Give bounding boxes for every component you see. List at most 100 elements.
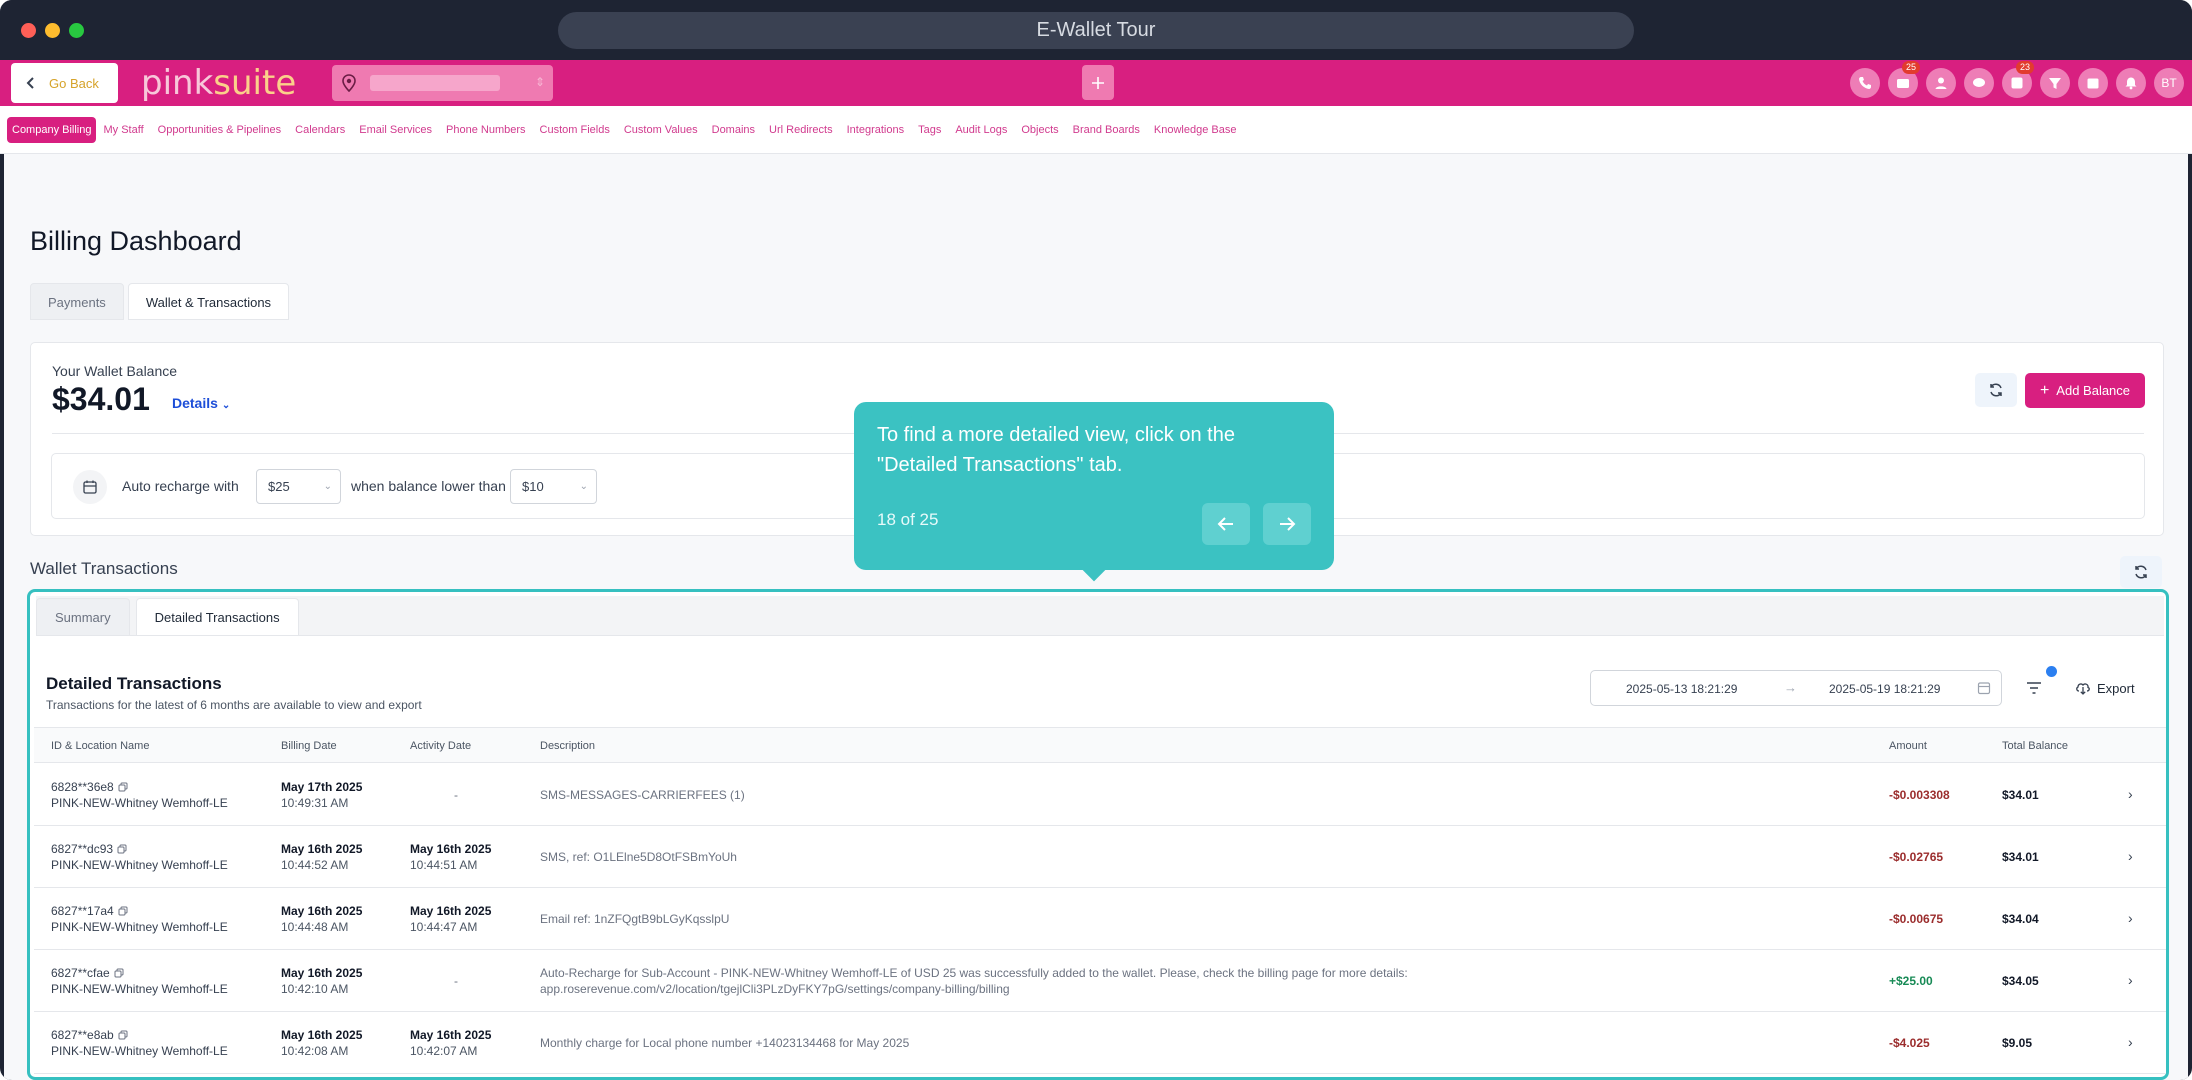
- transaction-id-text: 6828**36e8: [51, 780, 114, 794]
- notifications-button[interactable]: [2116, 68, 2146, 98]
- nav-domains[interactable]: Domains: [705, 117, 762, 143]
- chevron-right-icon[interactable]: ›: [2128, 972, 2133, 988]
- wallet-transactions-title: Wallet Transactions: [30, 559, 178, 578]
- location-name: PINK-NEW-Whitney Wemhoff-LE: [51, 1044, 228, 1058]
- nav-tags[interactable]: Tags: [911, 117, 948, 143]
- url-bar[interactable]: E-Wallet Tour: [558, 12, 1634, 49]
- logo[interactable]: pinksuite: [141, 64, 296, 102]
- transactions-subtabs: Summary Detailed Transactions: [36, 596, 2164, 636]
- nav-my-staff[interactable]: My Staff: [96, 117, 150, 143]
- billing-time: 10:44:52 AM: [281, 858, 349, 872]
- location-selector[interactable]: ⇕: [332, 65, 553, 101]
- inbox-button[interactable]: 25: [1888, 61, 1920, 98]
- nav-integrations[interactable]: Integrations: [840, 117, 911, 143]
- table-row[interactable]: 6827**17a4 PINK-NEW-Whitney Wemhoff-LE May…: [34, 888, 2166, 950]
- minimize-window-button[interactable]: [45, 23, 60, 38]
- transaction-total-balance: $34.01: [2002, 850, 2039, 864]
- plus-icon: [1092, 76, 1104, 89]
- copy-icon[interactable]: [117, 844, 127, 854]
- calendar-button[interactable]: [2078, 68, 2108, 98]
- date-range-picker[interactable]: 2025-05-13 18:21:29 → 2025-05-19 18:21:2…: [1590, 670, 2002, 706]
- column-header-billing-date: Billing Date: [281, 740, 337, 752]
- go-back-label: Go Back: [49, 75, 99, 91]
- nav-email-services[interactable]: Email Services: [352, 117, 439, 143]
- filter-button[interactable]: [2016, 670, 2052, 706]
- transaction-amount: -$0.00675: [1889, 912, 1944, 926]
- transactions-refresh-button[interactable]: [2120, 556, 2162, 588]
- copy-icon[interactable]: [118, 906, 128, 916]
- phone-icon: [1859, 77, 1871, 89]
- tab-payments[interactable]: Payments: [30, 283, 124, 320]
- nav-company-billing[interactable]: Company Billing: [7, 116, 97, 143]
- cloud-download-icon: [2076, 683, 2090, 695]
- tasks-button[interactable]: 23: [2002, 61, 2034, 98]
- transaction-id: 6827**cfae: [51, 966, 124, 980]
- close-window-button[interactable]: [21, 23, 36, 38]
- chat-button[interactable]: [1964, 68, 1994, 98]
- export-label: Export: [2097, 680, 2135, 696]
- billing-time: 10:49:31 AM: [281, 796, 349, 810]
- filter-icon: [2027, 682, 2041, 694]
- phone-button[interactable]: [1850, 68, 1880, 98]
- activity-date: May 16th 2025: [410, 1028, 492, 1042]
- tour-next-button[interactable]: [1263, 503, 1311, 545]
- nav-objects[interactable]: Objects: [1014, 117, 1065, 143]
- table-row[interactable]: 6828**36e8 PINK-NEW-Whitney Wemhoff-LE May…: [34, 764, 2166, 826]
- logo-text-suite: suite: [213, 63, 297, 103]
- copy-icon[interactable]: [114, 968, 124, 978]
- transaction-total-balance: $34.01: [2002, 788, 2039, 802]
- transaction-total-balance: $34.04: [2002, 912, 2039, 926]
- tab-detailed-transactions[interactable]: Detailed Transactions: [135, 598, 299, 636]
- chevron-right-icon[interactable]: ›: [2128, 1034, 2133, 1050]
- table-row[interactable]: 6827**e8ab PINK-NEW-Whitney Wemhoff-LE May…: [34, 1012, 2166, 1074]
- billing-time: 10:42:08 AM: [281, 1044, 349, 1058]
- transaction-description: SMS, ref: O1LElne5D8OtFSBmYoUh: [540, 850, 737, 864]
- go-back-button[interactable]: Go Back: [11, 63, 118, 103]
- chevron-right-icon[interactable]: ›: [2128, 848, 2133, 864]
- chevron-right-icon[interactable]: ›: [2128, 910, 2133, 926]
- opportunities-button[interactable]: [2040, 68, 2070, 98]
- user-avatar[interactable]: BT: [2154, 68, 2184, 98]
- tour-previous-button[interactable]: [1202, 503, 1250, 545]
- transaction-id-text: 6827**dc93: [51, 842, 114, 856]
- app-header: Go Back pinksuite ⇕ 25 23 BT: [0, 60, 2192, 106]
- activity-time: 10:44:51 AM: [410, 858, 478, 872]
- copy-icon[interactable]: [118, 1030, 128, 1040]
- chevron-down-icon: ⌄: [221, 400, 231, 411]
- transaction-amount: -$0.02765: [1889, 850, 1944, 864]
- nav-custom-values[interactable]: Custom Values: [617, 117, 705, 143]
- nav-url-redirects[interactable]: Url Redirects: [762, 117, 840, 143]
- activity-date-empty: -: [454, 974, 458, 988]
- tab-wallet-transactions[interactable]: Wallet & Transactions: [127, 283, 290, 320]
- wallet-details-toggle[interactable]: Details ⌄: [172, 395, 230, 411]
- transaction-id: 6827**dc93: [51, 842, 127, 856]
- add-balance-button[interactable]: + Add Balance: [2025, 373, 2145, 408]
- threshold-amount-select[interactable]: $10 ⌄: [510, 469, 597, 504]
- tab-summary[interactable]: Summary: [36, 598, 130, 636]
- table-row[interactable]: 6827**dc93 PINK-NEW-Whitney Wemhoff-LE May…: [34, 826, 2166, 888]
- tour-tooltip: To find a more detailed view, click on t…: [854, 402, 1334, 570]
- recharge-calendar-icon: [73, 470, 107, 504]
- nav-calendars[interactable]: Calendars: [288, 117, 352, 143]
- export-button[interactable]: Export: [2065, 670, 2145, 706]
- filter-active-indicator: [2046, 666, 2057, 677]
- nav-brand-boards[interactable]: Brand Boards: [1066, 117, 1147, 143]
- nav-phone-numbers[interactable]: Phone Numbers: [439, 117, 533, 143]
- billing-date: May 16th 2025: [281, 842, 363, 856]
- copy-icon[interactable]: [118, 782, 128, 792]
- contacts-button[interactable]: [1926, 68, 1956, 98]
- wallet-refresh-button[interactable]: [1975, 373, 2017, 407]
- table-row[interactable]: 6827**cfae PINK-NEW-Whitney Wemhoff-LE May…: [34, 950, 2166, 1012]
- recharge-amount-value: $25: [268, 479, 290, 494]
- location-name: PINK-NEW-Whitney Wemhoff-LE: [51, 982, 228, 996]
- quick-add-button[interactable]: [1082, 65, 1114, 100]
- nav-opportunities-pipelines[interactable]: Opportunities & Pipelines: [151, 117, 289, 143]
- settings-nav: Company Billing My Staff Opportunities &…: [0, 106, 2192, 154]
- transaction-id-text: 6827**17a4: [51, 904, 114, 918]
- chevron-right-icon[interactable]: ›: [2128, 786, 2133, 802]
- recharge-amount-select[interactable]: $25 ⌄: [256, 469, 341, 504]
- nav-audit-logs[interactable]: Audit Logs: [948, 117, 1014, 143]
- nav-custom-fields[interactable]: Custom Fields: [533, 117, 617, 143]
- nav-knowledge-base[interactable]: Knowledge Base: [1147, 117, 1244, 143]
- maximize-window-button[interactable]: [69, 23, 84, 38]
